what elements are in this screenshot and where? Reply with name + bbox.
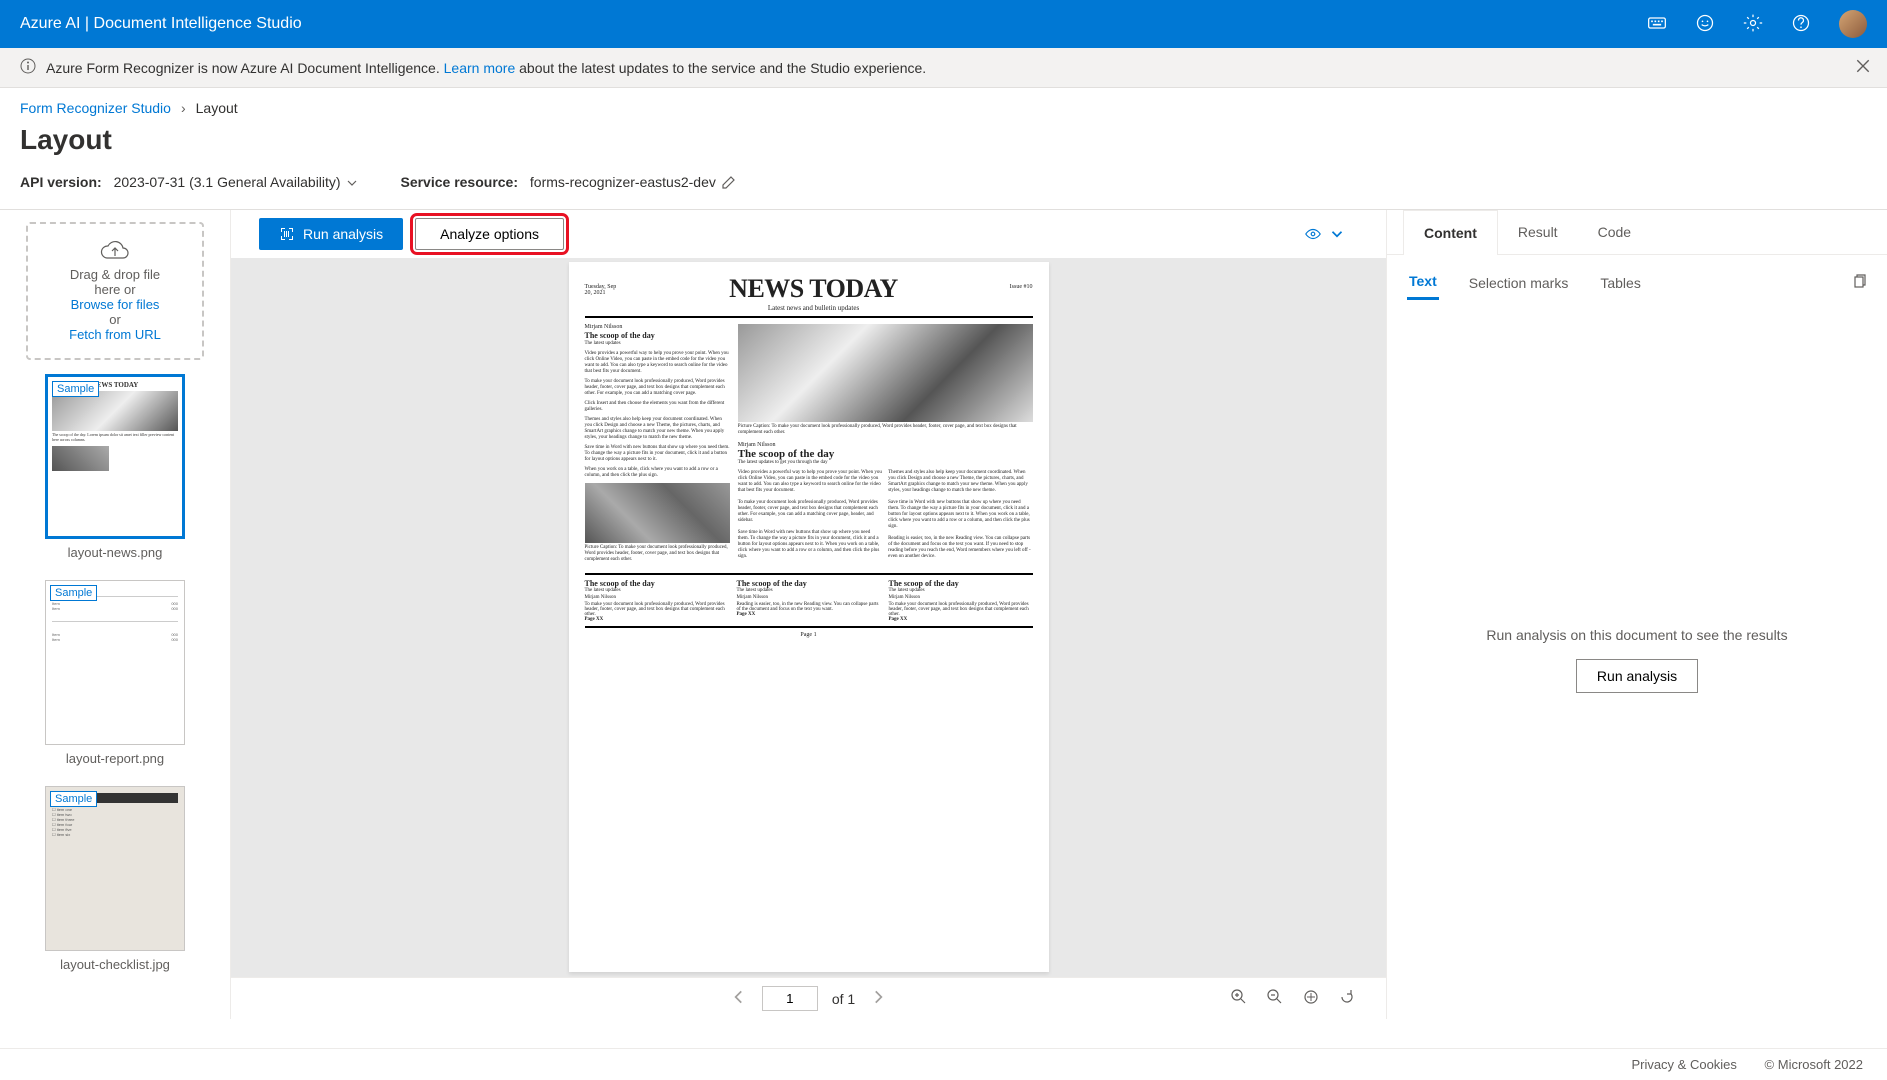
thumb-news[interactable]: Sample NEWS TODAYThe scoop of the day. L… — [26, 374, 204, 566]
analyze-options-button[interactable]: Analyze options — [415, 218, 564, 250]
page-input[interactable] — [762, 986, 818, 1011]
rotate-icon[interactable] — [1338, 988, 1356, 1009]
fit-icon[interactable] — [1302, 988, 1320, 1009]
prev-page-button[interactable] — [730, 988, 748, 1009]
view-toggle[interactable] — [1304, 225, 1346, 243]
app-header: Azure AI | Document Intelligence Studio — [0, 0, 1887, 48]
smile-icon[interactable] — [1695, 13, 1715, 36]
zoom-in-icon[interactable] — [1230, 988, 1248, 1009]
zoom-out-icon[interactable] — [1266, 988, 1284, 1009]
breadcrumb-parent[interactable]: Form Recognizer Studio — [20, 100, 171, 116]
header-actions — [1647, 10, 1867, 38]
app-title: Azure AI | Document Intelligence Studio — [20, 15, 302, 33]
results-panel: Content Result Code Text Selection marks… — [1387, 210, 1887, 1019]
eye-icon — [1304, 225, 1322, 243]
file-panel: Drag & drop file here or Browse for file… — [0, 210, 230, 1019]
empty-message: Run analysis on this document to see the… — [1486, 627, 1787, 643]
chevron-down-icon — [1328, 225, 1346, 243]
scan-icon — [279, 226, 295, 242]
page-footer: Privacy & Cookies © Microsoft 2022 — [0, 1048, 1887, 1080]
edit-icon[interactable] — [720, 174, 736, 190]
api-version-selector[interactable]: API version: 2023-07-31 (3.1 General Ava… — [20, 174, 360, 191]
content-subtabs: Text Selection marks Tables — [1387, 255, 1887, 300]
privacy-link[interactable]: Privacy & Cookies — [1631, 1057, 1736, 1072]
notice-text: Azure Form Recognizer is now Azure AI Do… — [46, 60, 926, 76]
keyboard-icon[interactable] — [1647, 13, 1667, 36]
run-analysis-button-secondary[interactable]: Run analysis — [1576, 659, 1698, 693]
chevron-right-icon: › — [181, 100, 186, 116]
close-icon[interactable] — [1855, 58, 1871, 77]
config-bar: API version: 2023-07-31 (3.1 General Ava… — [0, 174, 1887, 209]
user-avatar[interactable] — [1839, 10, 1867, 38]
thumb-label: layout-checklist.jpg — [26, 951, 204, 978]
cloud-upload-icon — [99, 240, 131, 264]
browse-link[interactable]: Browse for files — [36, 297, 194, 312]
drop-zone[interactable]: Drag & drop file here or Browse for file… — [26, 222, 204, 360]
thumb-report[interactable]: Sample Report header lineItem000Item000I… — [26, 580, 204, 772]
notice-banner: Azure Form Recognizer is now Azure AI Do… — [0, 48, 1887, 88]
tab-code[interactable]: Code — [1578, 210, 1651, 254]
viewer-footer: of 1 — [231, 977, 1386, 1019]
fetch-url-link[interactable]: Fetch from URL — [36, 327, 194, 342]
run-analysis-button[interactable]: Run analysis — [259, 218, 403, 250]
copy-icon[interactable] — [1851, 273, 1867, 292]
learn-more-link[interactable]: Learn more — [444, 60, 516, 76]
document-viewer-panel: Run analysis Analyze options Tuesday, Se… — [230, 210, 1387, 1019]
info-icon — [20, 58, 36, 77]
analysis-toolbar: Run analysis Analyze options — [231, 210, 1386, 258]
gear-icon[interactable] — [1743, 13, 1763, 36]
page-count: of 1 — [832, 991, 855, 1007]
subtab-marks[interactable]: Selection marks — [1467, 267, 1571, 299]
thumb-label: layout-news.png — [26, 539, 204, 566]
breadcrumb: Form Recognizer Studio › Layout — [0, 88, 1887, 120]
subtab-text[interactable]: Text — [1407, 265, 1439, 300]
next-page-button[interactable] — [869, 988, 887, 1009]
subtab-tables[interactable]: Tables — [1598, 267, 1642, 299]
results-body: Run analysis on this document to see the… — [1387, 300, 1887, 1019]
thumb-label: layout-report.png — [26, 745, 204, 772]
thumb-checklist[interactable]: Sample Checklist☐ item one☐ item two☐ it… — [26, 786, 204, 978]
help-icon[interactable] — [1791, 13, 1811, 36]
copyright: © Microsoft 2022 — [1765, 1057, 1863, 1072]
result-tabs: Content Result Code — [1387, 210, 1887, 255]
breadcrumb-current: Layout — [196, 100, 238, 116]
tab-result[interactable]: Result — [1498, 210, 1578, 254]
service-resource: Service resource: forms-recognizer-eastu… — [400, 174, 735, 191]
document-page: Tuesday, Sep 20, 2021 NEWS TODAYLatest n… — [569, 262, 1049, 972]
document-viewer[interactable]: Tuesday, Sep 20, 2021 NEWS TODAYLatest n… — [231, 258, 1386, 977]
tab-content[interactable]: Content — [1403, 210, 1498, 255]
page-title: Layout — [0, 120, 1887, 174]
